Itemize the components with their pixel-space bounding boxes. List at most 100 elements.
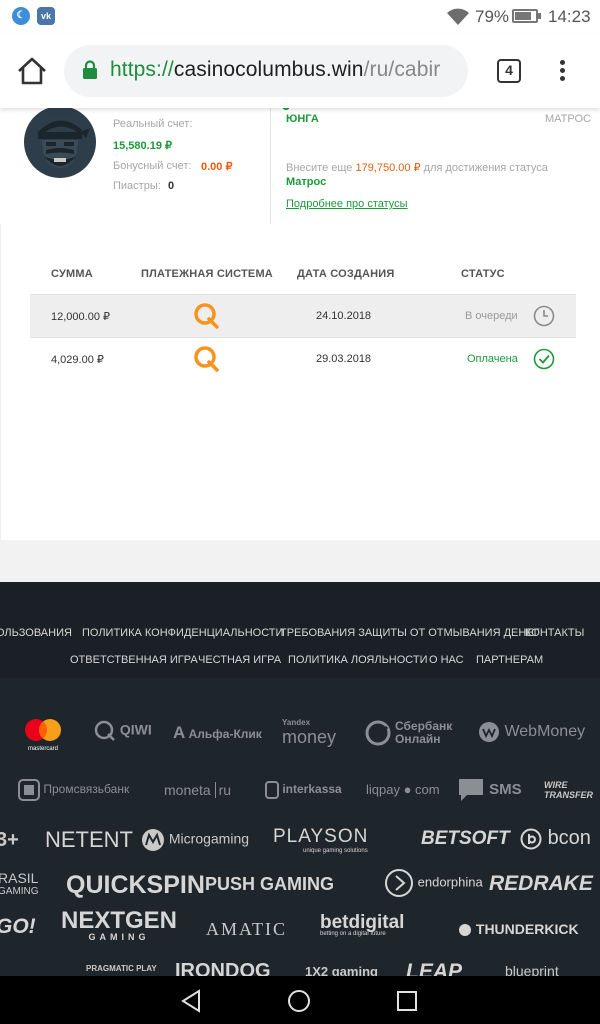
moon-app-icon: ☾ bbox=[12, 7, 30, 25]
playson-logo: PLAYSON unique gaming solutions bbox=[273, 826, 368, 854]
booongo-logo: bcon bbox=[520, 827, 591, 850]
profile-divider bbox=[270, 108, 271, 224]
recents-icon[interactable] bbox=[396, 990, 418, 1012]
status-progress-note: Внесите еще 179,750.00 ₽ для достижения … bbox=[286, 161, 548, 174]
mastercard-logo: mastercard bbox=[24, 718, 62, 752]
footer-link-terms[interactable]: ОЛЬЗОВАНИЯ bbox=[0, 627, 72, 639]
thunderkick-text: THUNDERKICK bbox=[475, 921, 579, 937]
clock: 14:23 bbox=[548, 7, 591, 26]
psb-text: Промсвязьбанк bbox=[43, 782, 130, 797]
moneta-ru-text: ru bbox=[214, 782, 232, 798]
footer-link-responsible[interactable]: ОТВЕТСТВЕННАЯ ИГРА bbox=[70, 654, 198, 666]
pragmatic-play-logo: PRAGMATIC PLAY bbox=[86, 964, 157, 973]
amatic-logo: AMATIC bbox=[206, 919, 288, 939]
moneta-logo: moneta ru bbox=[164, 782, 232, 798]
progress-amount: 179,750.00 ₽ bbox=[355, 162, 421, 174]
nextgen-text: NEXTGEN bbox=[61, 907, 178, 934]
row-date: 29.03.2018 bbox=[316, 353, 372, 365]
sms-logo: SMS bbox=[457, 777, 522, 803]
bonus-balance-value: 0.00 ₽ bbox=[201, 161, 233, 173]
url-host: casinocolumbus.win bbox=[173, 58, 364, 81]
site-footer: ОЛЬЗОВАНИЯ ПОЛИТИКА КОНФИДЕНЦИАЛЬНОСТИ Т… bbox=[0, 582, 600, 976]
piastres-label: Пиастры: bbox=[113, 180, 161, 192]
battery-percent: 79% bbox=[475, 7, 510, 26]
url-text: https://casinocolumbus.win/ru/cabir bbox=[110, 58, 440, 82]
next-status: МАТРОС bbox=[545, 113, 591, 125]
home-icon[interactable] bbox=[16, 56, 48, 86]
interkassa-text: interkassa bbox=[282, 782, 342, 797]
footer-link-about[interactable]: О НАС bbox=[429, 654, 464, 666]
psb-logo: Промсвязьбанк bbox=[18, 779, 129, 801]
row-amount: 4,029.00 ₽ bbox=[51, 354, 104, 366]
battery-tip bbox=[538, 13, 541, 19]
status-info-link[interactable]: Подробнее про статусы bbox=[286, 198, 408, 210]
moneta-text: moneta bbox=[164, 782, 211, 798]
push-gaming-logo: PUSH GAMING bbox=[205, 874, 335, 894]
irondog-logo: IRONDOG bbox=[175, 960, 271, 976]
yandex-money-logo: Yandex money bbox=[282, 718, 336, 746]
footer-link-contacts[interactable]: КОНТАКТЫ bbox=[525, 627, 584, 639]
tab-switcher-button[interactable]: 4 bbox=[497, 59, 521, 83]
lock-icon bbox=[83, 60, 97, 79]
real-balance-value: 15,580.19 ₽ bbox=[113, 140, 172, 152]
browser-toolbar: https://casinocolumbus.win/ru/cabir 4 bbox=[0, 34, 600, 108]
clock-icon bbox=[533, 305, 555, 327]
qiwi-icon bbox=[194, 346, 219, 372]
overflow-menu-icon[interactable] bbox=[552, 56, 572, 86]
leap-logo: LEAP bbox=[406, 960, 463, 976]
column-header-amount: СУММА bbox=[51, 268, 93, 280]
progress-prefix: Внесите еще bbox=[286, 162, 356, 174]
thunderkick-logo: THUNDERKICK bbox=[458, 921, 579, 937]
table-row[interactable]: 4,029.00 ₽ 29.03.2018 Оплачена bbox=[30, 338, 576, 380]
liqpay-com-text: com bbox=[415, 782, 440, 797]
qiwi-icon bbox=[194, 303, 219, 329]
booongo-text: bcon bbox=[547, 827, 591, 849]
row-amount: 12,000.00 ₽ bbox=[51, 311, 110, 323]
android-nav-bar bbox=[0, 976, 600, 1024]
wifi-icon bbox=[447, 8, 469, 25]
money-text: money bbox=[282, 727, 337, 747]
qiwi-logo-text: QIWI bbox=[119, 721, 152, 738]
mastercard-text: mastercard bbox=[27, 746, 58, 752]
progress-suffix: для достижения статуса bbox=[420, 162, 548, 174]
blueprint-logo: blueprint bbox=[505, 963, 559, 976]
redrake-logo: REDRAKE bbox=[489, 872, 593, 895]
footer-link-privacy[interactable]: ПОЛИТИКА КОНФИДЕНЦИАЛЬНОСТИ bbox=[82, 627, 283, 639]
column-header-payment-system: ПЛАТЕЖНАЯ СИСТЕМА bbox=[141, 268, 273, 280]
real-balance-label: Реальный счет: bbox=[113, 118, 193, 130]
column-header-date: ДАТА СОЗДАНИЯ bbox=[297, 268, 395, 280]
betsoft-logo: BETSOFT bbox=[421, 828, 510, 849]
microgaming-text: Microgaming bbox=[168, 830, 250, 847]
provider-logo-bplus: 3+ bbox=[0, 829, 19, 851]
betdigital-text: betdigital bbox=[320, 912, 405, 933]
footer-link-partners[interactable]: ПАРТНЕРАМ bbox=[476, 654, 543, 666]
netent-logo: NETENT bbox=[45, 827, 133, 852]
footer-links: ОЛЬЗОВАНИЯ ПОЛИТИКА КОНФИДЕНЦИАЛЬНОСТИ Т… bbox=[0, 582, 600, 678]
nextgen-logo: NEXTGEN GAMING bbox=[61, 907, 178, 943]
endorphina-text: endorphina bbox=[417, 874, 483, 890]
sber-online-text: Онлайн bbox=[395, 732, 441, 746]
brasil-text: RASIL bbox=[0, 870, 39, 886]
endorphina-logo: endorphina bbox=[384, 868, 483, 898]
microgaming-logo: Microgaming bbox=[141, 828, 249, 852]
webmoney-text: WebMoney bbox=[504, 723, 586, 741]
footer-spacer bbox=[0, 540, 600, 582]
liqpay-text: liqpay bbox=[366, 782, 400, 797]
footer-link-aml[interactable]: ТРЕБОВАНИЯ ЗАЩИТЫ ОТ ОТМЫВАНИЯ ДЕНЕГ bbox=[280, 627, 540, 639]
battery-icon bbox=[512, 9, 538, 23]
back-icon[interactable] bbox=[180, 989, 202, 1013]
url-path: /ru/cabir bbox=[363, 58, 441, 81]
table-row[interactable]: 12,000.00 ₽ 24.10.2018 В очереди bbox=[30, 295, 576, 338]
check-circle-icon bbox=[533, 348, 555, 370]
piastres-value: 0 bbox=[168, 180, 175, 192]
playson-text: PLAYSON bbox=[273, 826, 369, 847]
footer-link-fair[interactable]: ЧЕСТНАЯ ИГРА bbox=[198, 654, 281, 666]
home-nav-icon[interactable] bbox=[287, 989, 311, 1013]
sberbank-logo: Сбербанк Онлайн bbox=[365, 720, 452, 746]
playson-tagline: unique gaming solutions bbox=[303, 848, 368, 854]
footer-link-loyalty[interactable]: ПОЛИТИКА ЛОЯЛЬНОСТИ bbox=[288, 654, 428, 666]
current-status: ЮНГА bbox=[286, 113, 319, 125]
wire-transfer-logo: WIRE TRANSFER bbox=[544, 780, 593, 800]
address-bar[interactable]: https://casinocolumbus.win/ru/cabir bbox=[64, 45, 468, 97]
row-status: В очереди bbox=[465, 310, 518, 322]
